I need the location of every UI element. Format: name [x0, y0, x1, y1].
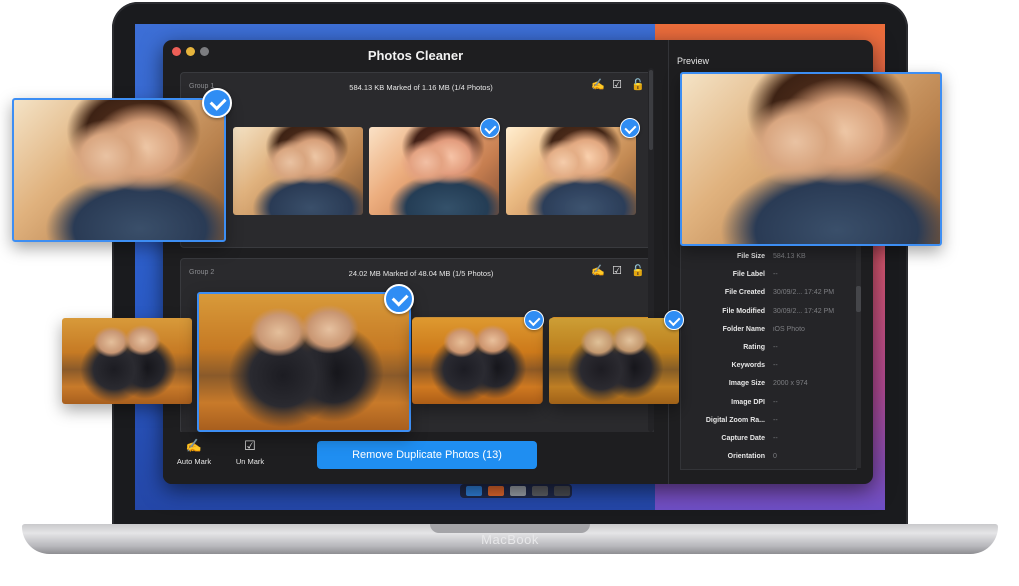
- device-brand-label: MacBook: [481, 532, 539, 547]
- checkmark-icon[interactable]: [524, 310, 544, 330]
- metadata-key: File Size: [736, 253, 765, 260]
- metadata-value: 0: [773, 453, 777, 461]
- metadata-value: 584.13 KB: [773, 253, 806, 260]
- dock-app-icon[interactable]: [532, 486, 548, 496]
- un-mark-label: Un Mark: [235, 457, 265, 466]
- checkmark-icon[interactable]: [620, 118, 640, 138]
- duplicate-photo-thumbnail[interactable]: [369, 127, 499, 215]
- metadata-key: Capture Date: [721, 435, 765, 442]
- un-mark-button[interactable]: ☑ Un Mark: [227, 438, 273, 466]
- metadata-value: --: [773, 435, 778, 442]
- duplicate-photo-thumbnail[interactable]: [506, 127, 636, 215]
- metadata-value: iOS Photo: [773, 325, 805, 333]
- metadata-key: Digital Zoom Ra...: [705, 416, 765, 424]
- duplicate-group: Group 1 584.13 KB Marked of 1.16 MB (1/4…: [180, 72, 654, 248]
- metadata-row: Keywords --: [681, 362, 856, 374]
- metadata-row: Orientation 0: [681, 453, 856, 465]
- metadata-row: Rating --: [681, 344, 856, 356]
- duplicate-photo-thumbnail[interactable]: [233, 127, 363, 215]
- unlock-icon[interactable]: 🔓: [631, 79, 645, 91]
- metadata-row: Folder Name iOS Photo: [681, 326, 856, 338]
- group-summary: 24.02 MB Marked of 48.04 MB (1/5 Photos): [348, 269, 494, 278]
- dock-app-icon[interactable]: [510, 486, 526, 496]
- auto-mark-icon: ✍: [185, 438, 203, 453]
- duplicate-photo-callout[interactable]: [412, 318, 542, 404]
- checkmark-icon[interactable]: [480, 118, 500, 138]
- auto-mark-icon[interactable]: ✍: [591, 265, 605, 277]
- dock-app-icon[interactable]: [488, 486, 504, 496]
- metadata-value: --: [773, 344, 778, 351]
- metadata-scrollbar-thumb[interactable]: [856, 286, 861, 312]
- metadata-key: Rating: [743, 344, 765, 351]
- remove-duplicates-button[interactable]: Remove Duplicate Photos (13): [317, 441, 537, 469]
- metadata-row: Capture Date --: [681, 435, 856, 447]
- auto-mark-label: Auto Mark: [176, 457, 212, 466]
- auto-mark-icon[interactable]: ✍: [591, 79, 605, 91]
- checkmark-icon[interactable]: [202, 88, 232, 118]
- metadata-row: Digital Zoom Ra... --: [681, 417, 856, 429]
- metadata-panel: File Size 584.13 KB File Label -- File Creat…: [680, 244, 857, 470]
- metadata-key: Folder Name: [722, 325, 765, 333]
- metadata-value: 30/09/2... 17:42 PM: [773, 289, 835, 297]
- duplicate-photo-callout[interactable]: [549, 318, 679, 404]
- checkmark-icon[interactable]: [664, 310, 684, 330]
- selected-photo-callout[interactable]: [12, 98, 226, 242]
- metadata-row: Image Size 2000 x 974: [681, 380, 856, 392]
- auto-mark-button[interactable]: ✍ Auto Mark: [171, 438, 217, 466]
- dock-app-icon[interactable]: [554, 486, 570, 496]
- metadata-row: Image DPI --: [681, 399, 856, 411]
- preview-title: Preview: [677, 56, 710, 66]
- dock: [460, 484, 572, 498]
- metadata-value: --: [773, 362, 778, 370]
- preview-image: [680, 72, 942, 246]
- checkmark-icon[interactable]: [384, 284, 414, 314]
- metadata-row: File Label --: [681, 271, 856, 283]
- metadata-key: File Modified: [722, 307, 765, 315]
- metadata-key: File Created: [724, 289, 765, 297]
- bottom-toolbar: ✍ Auto Mark ☑ Un Mark Remove Duplicate P…: [163, 432, 668, 484]
- metadata-value: 2000 x 974: [773, 380, 808, 388]
- metadata-key: Image Size: [728, 380, 765, 388]
- metadata-value: --: [773, 416, 778, 424]
- unlock-icon[interactable]: 🔓: [631, 265, 645, 277]
- metadata-value: --: [773, 398, 778, 406]
- checkbox-icon[interactable]: ☑: [611, 265, 623, 277]
- metadata-key: Image DPI: [731, 398, 765, 406]
- metadata-scrollbar[interactable]: [856, 244, 861, 468]
- metadata-row: File Modified 30/09/2... 17:42 PM: [681, 308, 856, 320]
- checkbox-icon: ☑: [244, 438, 256, 453]
- metadata-row: File Created 30/09/2... 17:42 PM: [681, 289, 856, 301]
- pane-divider: [668, 40, 669, 484]
- metadata-key: Keywords: [731, 362, 765, 370]
- checkbox-icon[interactable]: ☑: [611, 79, 623, 91]
- metadata-value: 30/09/2... 17:42 PM: [773, 307, 835, 315]
- selected-photo-callout[interactable]: [197, 292, 411, 432]
- group-summary: 584.13 KB Marked of 1.16 MB (1/4 Photos): [349, 83, 493, 92]
- metadata-key: File Label: [732, 271, 765, 279]
- window-title: Photos Cleaner: [367, 48, 464, 63]
- group-label: Group 2: [189, 269, 215, 276]
- metadata-value: --: [773, 271, 778, 279]
- metadata-key: Orientation: [727, 453, 765, 461]
- groups-scrollbar-thumb[interactable]: [649, 70, 653, 150]
- duplicate-photo-callout[interactable]: [62, 318, 192, 404]
- dock-app-icon[interactable]: [466, 486, 482, 496]
- metadata-row: File Size 584.13 KB: [681, 253, 856, 265]
